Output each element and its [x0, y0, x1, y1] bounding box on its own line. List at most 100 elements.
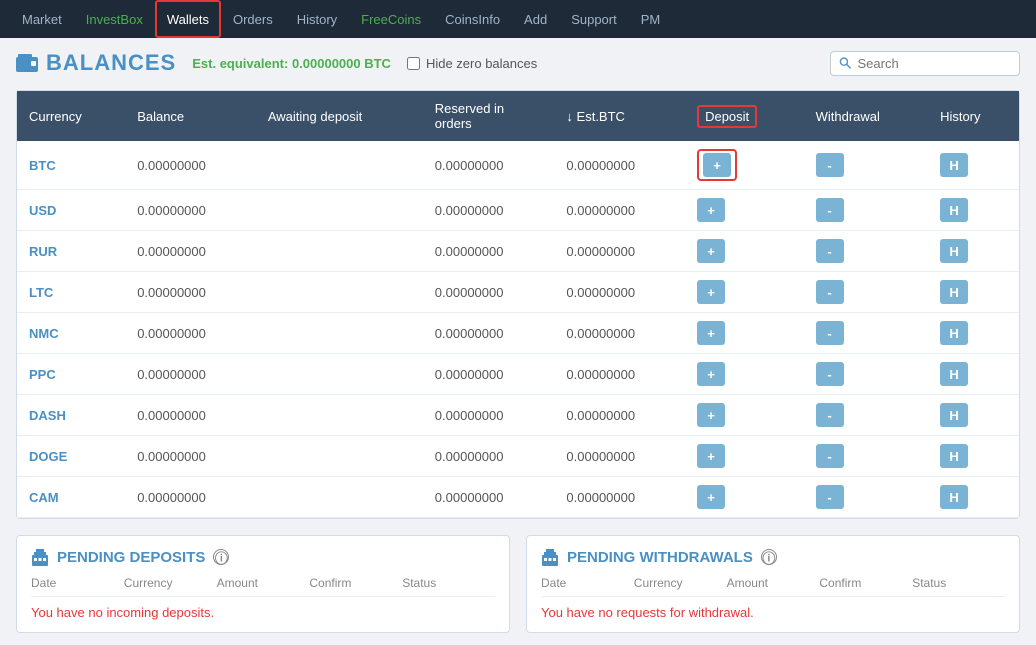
nav-wallets[interactable]: Wallets: [155, 0, 221, 38]
withdrawal-cell: -: [804, 354, 928, 395]
withdrawal-minus-button[interactable]: -: [816, 153, 844, 177]
currency-link[interactable]: DASH: [29, 408, 66, 423]
deposit-cell: +: [685, 141, 804, 190]
history-h-button[interactable]: H: [940, 239, 968, 263]
history-h-button[interactable]: H: [940, 198, 968, 222]
nav-investbox[interactable]: InvestBox: [74, 0, 155, 38]
awaiting-cell: [256, 477, 423, 518]
withdrawal-minus-button[interactable]: -: [816, 321, 844, 345]
reserved-cell: 0.00000000: [423, 395, 555, 436]
nav-support[interactable]: Support: [559, 0, 629, 38]
reserved-cell: 0.00000000: [423, 272, 555, 313]
awaiting-cell: [256, 436, 423, 477]
hide-zero-balances[interactable]: Hide zero balances: [407, 56, 537, 71]
history-cell: H: [928, 477, 1019, 518]
search-input[interactable]: [858, 56, 1012, 71]
pending-withdrawals-info-icon[interactable]: ⓘ: [761, 549, 777, 565]
balances-table-wrap: Currency Balance Awaiting deposit Reserv…: [16, 90, 1020, 519]
currency-link[interactable]: RUR: [29, 244, 57, 259]
awaiting-cell: [256, 190, 423, 231]
deposit-plus-button[interactable]: +: [697, 362, 725, 386]
currency-link[interactable]: BTC: [29, 158, 56, 173]
deposit-plus-button[interactable]: +: [697, 239, 725, 263]
pending-deposits-info-icon[interactable]: ⓘ: [213, 549, 229, 565]
withdrawal-minus-button[interactable]: -: [816, 485, 844, 509]
hide-zero-checkbox[interactable]: [407, 57, 420, 70]
deposit-plus-button[interactable]: +: [697, 321, 725, 345]
balance-cell: 0.00000000: [125, 231, 256, 272]
deposit-plus-button[interactable]: +: [697, 444, 725, 468]
nav-history[interactable]: History: [285, 0, 349, 38]
currency-cell: PPC: [17, 354, 125, 395]
nav-orders[interactable]: Orders: [221, 0, 285, 38]
awaiting-cell: [256, 313, 423, 354]
pending-deposits-cols: Date Currency Amount Confirm Status: [31, 576, 495, 597]
table-row: LTC 0.00000000 0.00000000 0.00000000 + -…: [17, 272, 1019, 313]
awaiting-cell: [256, 395, 423, 436]
pending-withdrawals-empty: You have no requests for withdrawal.: [541, 605, 1005, 620]
bank-icon: [541, 548, 559, 566]
balance-cell: 0.00000000: [125, 313, 256, 354]
deposit-plus-button[interactable]: +: [697, 198, 725, 222]
col-reserved: Reserved inorders: [423, 91, 555, 141]
withdrawal-minus-button[interactable]: -: [816, 444, 844, 468]
withdrawal-cell: -: [804, 272, 928, 313]
search-icon: [839, 56, 852, 70]
nav-add[interactable]: Add: [512, 0, 559, 38]
currency-cell: DOGE: [17, 436, 125, 477]
estbtc-cell: 0.00000000: [554, 190, 685, 231]
deposit-cell: +: [685, 477, 804, 518]
nav-market[interactable]: Market: [10, 0, 74, 38]
currency-link[interactable]: LTC: [29, 285, 53, 300]
history-h-button[interactable]: H: [940, 444, 968, 468]
history-h-button[interactable]: H: [940, 280, 968, 304]
withdrawal-minus-button[interactable]: -: [816, 362, 844, 386]
withdrawal-minus-button[interactable]: -: [816, 198, 844, 222]
deposit-plus-button[interactable]: +: [703, 153, 731, 177]
history-h-button[interactable]: H: [940, 362, 968, 386]
history-h-button[interactable]: H: [940, 153, 968, 177]
nav-freecoins[interactable]: FreeCoins: [349, 0, 433, 38]
reserved-cell: 0.00000000: [423, 313, 555, 354]
deposit-plus-button[interactable]: +: [697, 485, 725, 509]
history-cell: H: [928, 190, 1019, 231]
deposit-cell: +: [685, 354, 804, 395]
currency-cell: DASH: [17, 395, 125, 436]
currency-link[interactable]: PPC: [29, 367, 56, 382]
awaiting-cell: [256, 354, 423, 395]
balances-table: Currency Balance Awaiting deposit Reserv…: [17, 91, 1019, 518]
estbtc-cell: 0.00000000: [554, 436, 685, 477]
history-cell: H: [928, 395, 1019, 436]
history-cell: H: [928, 141, 1019, 190]
history-h-button[interactable]: H: [940, 403, 968, 427]
history-h-button[interactable]: H: [940, 321, 968, 345]
search-box[interactable]: [830, 51, 1020, 76]
currency-link[interactable]: NMC: [29, 326, 59, 341]
col-balance: Balance: [125, 91, 256, 141]
currency-cell: CAM: [17, 477, 125, 518]
nav-pm[interactable]: PM: [629, 0, 673, 38]
withdrawal-minus-button[interactable]: -: [816, 239, 844, 263]
currency-link[interactable]: CAM: [29, 490, 59, 505]
reserved-cell: 0.00000000: [423, 354, 555, 395]
estbtc-cell: 0.00000000: [554, 231, 685, 272]
table-row: CAM 0.00000000 0.00000000 0.00000000 + -…: [17, 477, 1019, 518]
history-h-button[interactable]: H: [940, 485, 968, 509]
currency-link[interactable]: USD: [29, 203, 56, 218]
wallet-icon: [16, 54, 38, 72]
deposit-plus-button[interactable]: +: [697, 280, 725, 304]
nav-coinsinfo[interactable]: CoinsInfo: [433, 0, 512, 38]
withdrawal-minus-button[interactable]: -: [816, 280, 844, 304]
currency-link[interactable]: DOGE: [29, 449, 67, 464]
main-nav: Market InvestBox Wallets Orders History …: [0, 0, 1036, 38]
deposit-cell: +: [685, 436, 804, 477]
col-estbtc: ↓ Est.BTC: [554, 91, 685, 141]
table-row: DOGE 0.00000000 0.00000000 0.00000000 + …: [17, 436, 1019, 477]
balance-cell: 0.00000000: [125, 272, 256, 313]
withdrawal-cell: -: [804, 231, 928, 272]
deposit-plus-button[interactable]: +: [697, 403, 725, 427]
estbtc-cell: 0.00000000: [554, 354, 685, 395]
withdrawal-minus-button[interactable]: -: [816, 403, 844, 427]
col-withdrawal: Withdrawal: [804, 91, 928, 141]
pending-deposits-panel: PENDING DEPOSITS ⓘ Date Currency Amount …: [16, 535, 510, 633]
